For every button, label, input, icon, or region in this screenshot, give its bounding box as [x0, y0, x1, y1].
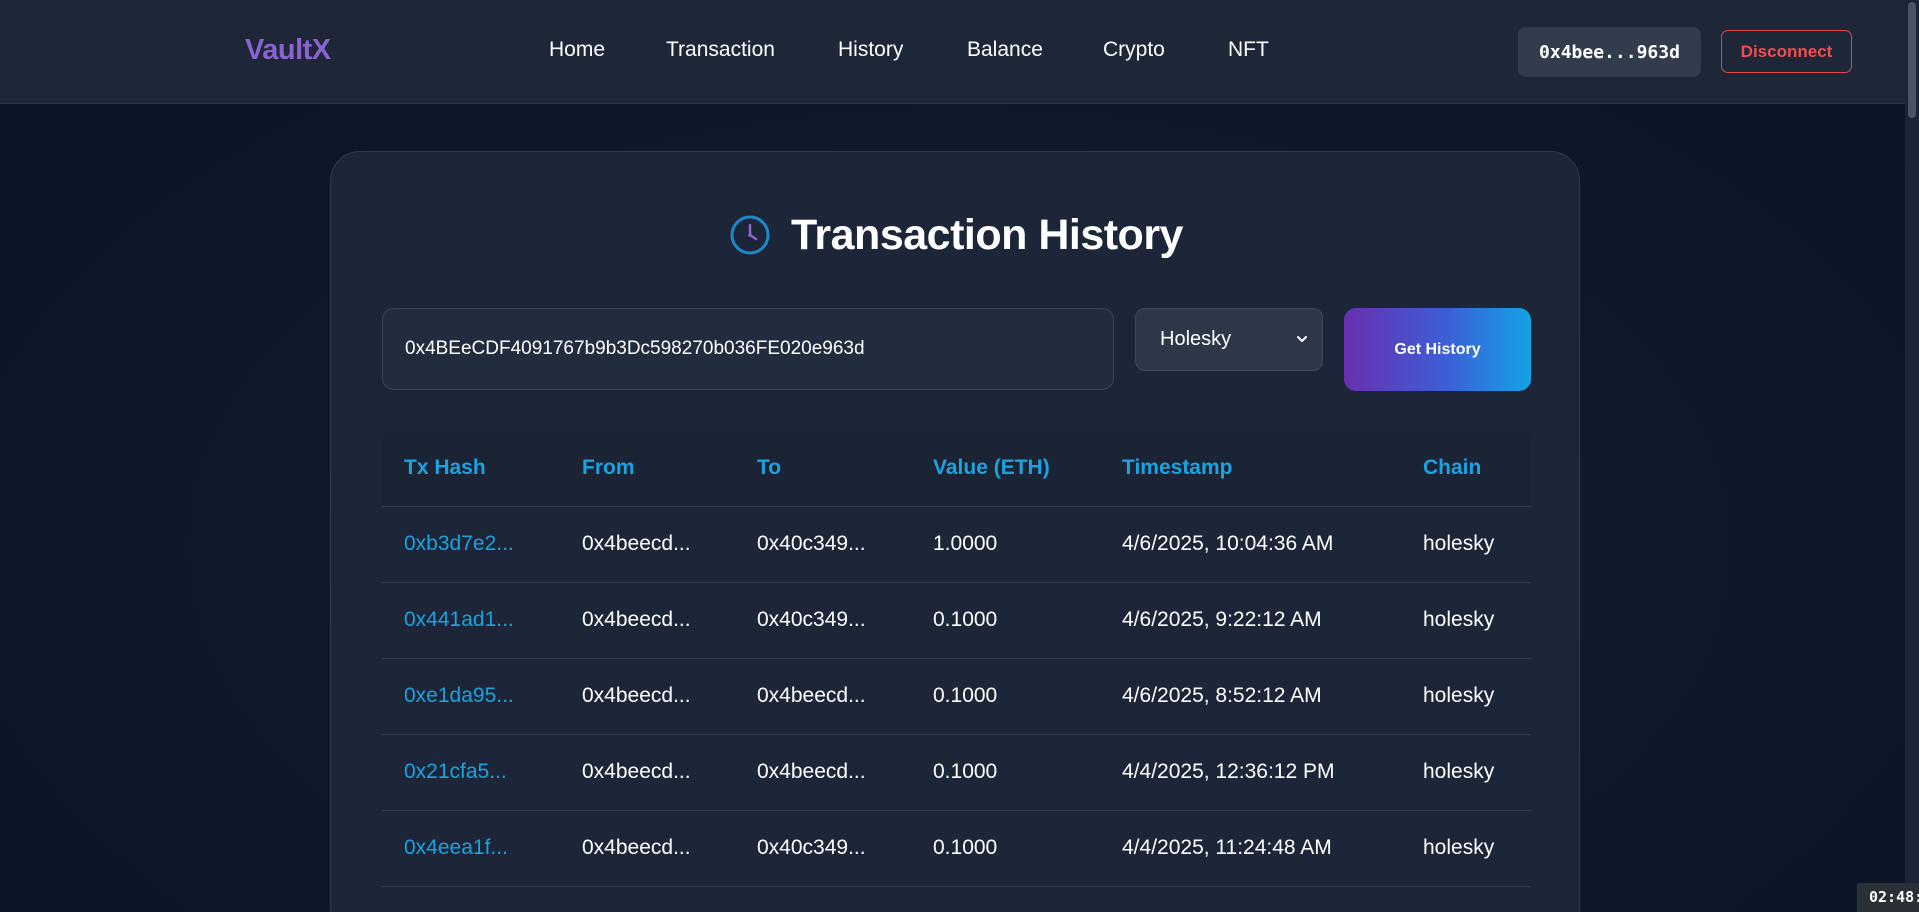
tx-value: 0.1000 — [933, 836, 998, 859]
tx-hash-link[interactable]: 0x21cfa5... — [404, 760, 507, 784]
table-row: 0x21cfa5... 0x4beecd... 0x4beecd... 0.10… — [382, 735, 1531, 811]
tx-hash-link[interactable]: 0xb3d7e2... — [404, 532, 514, 556]
tx-chain: holesky — [1423, 760, 1495, 783]
tx-from: 0x4beecd... — [582, 684, 691, 707]
tx-from: 0x4beecd... — [582, 760, 691, 783]
get-history-button[interactable]: Get History — [1344, 308, 1531, 391]
clock-icon — [729, 214, 771, 256]
header-chain: Chain — [1423, 456, 1482, 479]
chevron-down-icon — [1297, 336, 1307, 342]
tx-chain: holesky — [1423, 608, 1495, 631]
header-value: Value (ETH) — [933, 456, 1050, 479]
chain-select-value: Holesky — [1160, 328, 1232, 350]
table-row: 0xb3d7e2... 0x4beecd... 0x40c349... 1.00… — [382, 507, 1531, 583]
chain-select[interactable]: Holesky — [1135, 308, 1323, 371]
tx-value: 0.1000 — [933, 684, 998, 707]
page-scrollbar[interactable] — [1905, 0, 1919, 912]
tx-chain: holesky — [1423, 836, 1495, 859]
tx-timestamp: 4/6/2025, 9:22:12 AM — [1122, 608, 1322, 631]
tx-chain: holesky — [1423, 532, 1495, 555]
transactions-table: Tx Hash From To Value (ETH) Timestamp Ch… — [382, 431, 1531, 887]
disconnect-button[interactable]: Disconnect — [1721, 30, 1852, 73]
nav-balance[interactable]: Balance — [967, 38, 1043, 62]
nav-transaction[interactable]: Transaction — [666, 38, 775, 62]
tx-timestamp: 4/6/2025, 10:04:36 AM — [1122, 532, 1334, 555]
nav-home[interactable]: Home — [549, 38, 605, 62]
tx-timestamp: 4/4/2025, 12:36:12 PM — [1122, 760, 1335, 783]
tx-value: 0.1000 — [933, 608, 998, 631]
tx-chain: holesky — [1423, 684, 1495, 707]
header-timestamp: Timestamp — [1122, 456, 1233, 479]
header-tx-hash: Tx Hash — [404, 456, 486, 479]
scrollbar-thumb[interactable] — [1908, 2, 1916, 118]
system-clock: 02:48:1 — [1857, 883, 1919, 912]
header-from: From — [582, 456, 635, 479]
nav-history[interactable]: History — [838, 38, 903, 62]
table-header: Tx Hash From To Value (ETH) Timestamp Ch… — [382, 431, 1531, 507]
tx-hash-link[interactable]: 0xe1da95... — [404, 684, 514, 708]
table-row: 0x441ad1... 0x4beecd... 0x40c349... 0.10… — [382, 583, 1531, 659]
tx-from: 0x4beecd... — [582, 532, 691, 555]
tx-hash-link[interactable]: 0x441ad1... — [404, 608, 514, 632]
tx-to: 0x4beecd... — [757, 760, 866, 783]
table-row: 0x4eea1f... 0x4beecd... 0x40c349... 0.10… — [382, 811, 1531, 887]
tx-timestamp: 4/4/2025, 11:24:48 AM — [1122, 836, 1332, 859]
wallet-address-input[interactable] — [382, 308, 1114, 390]
tx-from: 0x4beecd... — [582, 608, 691, 631]
page-title: Transaction History — [791, 210, 1183, 259]
brand-logo[interactable]: VaultX — [245, 34, 331, 67]
tx-to: 0x40c349... — [757, 532, 866, 555]
history-card: Transaction History Holesky Get History … — [330, 151, 1580, 912]
nav-crypto[interactable]: Crypto — [1103, 38, 1165, 62]
tx-value: 0.1000 — [933, 760, 998, 783]
tx-to: 0x40c349... — [757, 836, 866, 859]
tx-hash-link[interactable]: 0x4eea1f... — [404, 836, 508, 860]
table-row: 0xe1da95... 0x4beecd... 0x4beecd... 0.10… — [382, 659, 1531, 735]
tx-to: 0x40c349... — [757, 608, 866, 631]
nav-nft[interactable]: NFT — [1228, 38, 1269, 62]
top-navbar: VaultX Home Transaction History Balance … — [0, 0, 1919, 104]
header-to: To — [757, 456, 782, 479]
tx-to: 0x4beecd... — [757, 684, 866, 707]
wallet-address-chip[interactable]: 0x4bee...963d — [1518, 27, 1701, 77]
title-row: Transaction History — [331, 208, 1581, 262]
tx-value: 1.0000 — [933, 532, 998, 555]
tx-from: 0x4beecd... — [582, 836, 691, 859]
tx-timestamp: 4/6/2025, 8:52:12 AM — [1122, 684, 1322, 707]
